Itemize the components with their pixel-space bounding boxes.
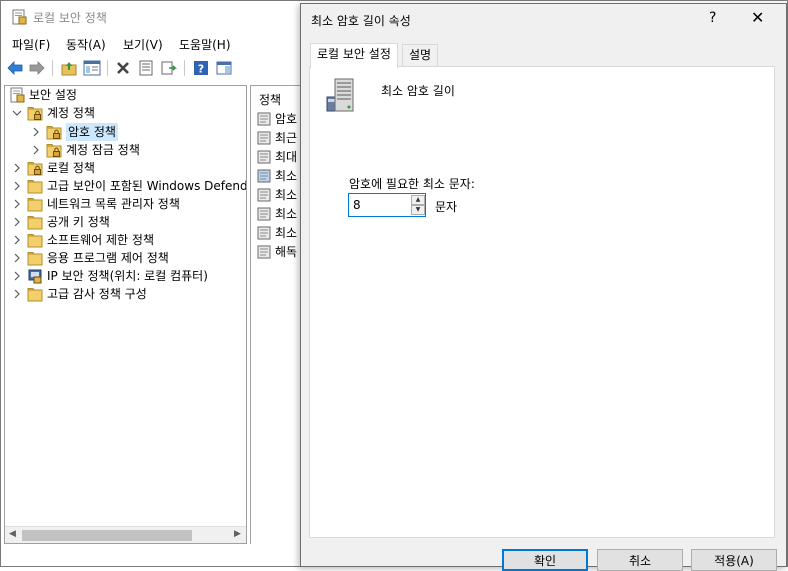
properties-icon[interactable]: [136, 58, 156, 78]
chevron-right-icon[interactable]: [31, 145, 41, 155]
policy-row-label: 최대: [275, 150, 298, 164]
policy-item-icon: [257, 131, 271, 145]
mmc-pane-icon[interactable]: [214, 58, 234, 78]
tree-item-label: 계정 정책: [47, 106, 95, 120]
tree-root-label: 보안 설정: [29, 88, 77, 102]
chevron-right-icon[interactable]: [12, 181, 22, 191]
tree-item-label: 공개 키 정책: [47, 215, 110, 229]
chevron-down-icon[interactable]: [12, 108, 22, 118]
chevron-right-icon[interactable]: [31, 127, 41, 137]
spin-down-icon[interactable]: ▼: [411, 205, 425, 215]
scroll-thumb[interactable]: [22, 530, 192, 541]
policy-item-icon: [257, 226, 271, 240]
locked-folder-icon: [46, 144, 62, 158]
chevron-right-icon[interactable]: [12, 199, 22, 209]
tree-item-label: 고급 감사 정책 구성: [47, 287, 147, 301]
unit-label: 문자: [435, 200, 458, 214]
dialog-title: 최소 암호 길이 속성: [311, 14, 411, 28]
help-icon[interactable]: ?: [191, 58, 211, 78]
up-folder-icon[interactable]: [59, 58, 79, 78]
chevron-right-icon[interactable]: [12, 235, 22, 245]
back-arrow-icon[interactable]: [5, 58, 25, 78]
policy-item-icon: [257, 245, 271, 259]
tree-horizontal-scrollbar[interactable]: ◀ ▶: [5, 526, 246, 543]
locked-folder-icon: [46, 126, 62, 140]
tree-item-label: 응용 프로그램 제어 정책: [47, 251, 169, 265]
security-settings-icon: [10, 87, 25, 103]
folder-icon: [27, 252, 43, 266]
policy-row-label: 최소: [275, 188, 298, 202]
svg-text:?: ?: [198, 63, 204, 76]
apply-button[interactable]: 적용(A): [691, 549, 777, 571]
policy-row-label: 해독: [275, 245, 298, 259]
scroll-left-icon[interactable]: ◀: [9, 529, 16, 539]
tree-item-label: 로컬 정책: [47, 161, 95, 175]
tree-item-label: 소프트웨어 제한 정책: [47, 233, 154, 247]
policy-row-label: 최소: [275, 226, 298, 240]
folder-icon: [27, 198, 43, 212]
server-policy-icon: [326, 78, 354, 112]
tree-pane: 보안 설정 계정 정책암호 정책계정 잠금 정책로컬 정책고급 보안이 포함된 …: [4, 85, 247, 544]
policy-item-icon: [257, 188, 271, 202]
forward-arrow-icon[interactable]: [27, 58, 47, 78]
tree-item-label: 고급 보안이 포함된 Windows Defender 방화벽: [47, 179, 247, 193]
policy-item-icon: [257, 112, 271, 126]
chevron-right-icon[interactable]: [12, 163, 22, 173]
dialog-tabs: 로컬 보안 설정 설명: [310, 43, 770, 68]
scroll-right-icon[interactable]: ▶: [234, 529, 241, 539]
local-security-policy-icon: [12, 9, 27, 25]
tab-local-security-setting[interactable]: 로컬 보안 설정: [310, 43, 398, 68]
delete-icon[interactable]: [113, 58, 133, 78]
policy-item-icon: [257, 150, 271, 164]
folder-icon: [27, 216, 43, 230]
menu-file[interactable]: 파일(F): [12, 36, 50, 53]
export-list-icon[interactable]: [159, 58, 179, 78]
help-button[interactable]: ?: [709, 10, 716, 26]
properties-dialog: 최소 암호 길이 속성 ? ✕ 로컬 보안 설정 설명 최소 암호 길이 암호에…: [300, 3, 787, 571]
policy-row-label: 암호: [275, 112, 298, 126]
policy-row-label: 최소: [275, 207, 298, 221]
tree-item-label: 암호 정책: [66, 123, 118, 141]
policy-item-icon: [257, 169, 271, 183]
policy-item-icon: [257, 207, 271, 221]
close-button[interactable]: ✕: [751, 8, 764, 27]
folder-icon: [27, 234, 43, 248]
policy-row-label: 최소: [275, 169, 298, 183]
cancel-button[interactable]: 취소: [597, 549, 683, 571]
toolbar: ?: [1, 55, 301, 81]
chevron-right-icon[interactable]: [12, 217, 22, 227]
show-hide-tree-icon[interactable]: [82, 58, 102, 78]
chevron-right-icon[interactable]: [12, 271, 22, 281]
chevron-right-icon[interactable]: [12, 253, 22, 263]
ok-button[interactable]: 확인: [502, 549, 588, 571]
min-length-input[interactable]: [351, 196, 409, 214]
min-length-spinbox[interactable]: ▲ ▼: [348, 193, 426, 217]
window-title: 로컬 보안 정책: [33, 11, 107, 25]
locked-folder-icon: [27, 107, 43, 121]
folder-icon: [27, 288, 43, 302]
tree-item-label: 계정 잠금 정책: [66, 143, 140, 157]
locked-folder-icon: [27, 162, 43, 176]
tree-item-label: 네트워크 목록 관리자 정책: [47, 197, 180, 211]
policy-heading: 최소 암호 길이: [381, 84, 455, 98]
ip-security-icon: [28, 269, 42, 284]
menu-view[interactable]: 보기(V): [123, 36, 163, 53]
menu-action[interactable]: 동작(A): [66, 36, 106, 53]
spin-up-icon[interactable]: ▲: [411, 195, 425, 205]
tab-panel: 최소 암호 길이 암호에 필요한 최소 문자: ▲ ▼ 문자: [309, 66, 775, 538]
tree-item-label: IP 보안 정책(위치: 로컬 컴퓨터): [47, 269, 208, 283]
policy-row-label: 최근: [275, 131, 298, 145]
policy-column-header[interactable]: 정책: [259, 91, 281, 108]
folder-icon: [27, 180, 43, 194]
min-length-label: 암호에 필요한 최소 문자:: [349, 177, 475, 191]
tab-explain[interactable]: 설명: [402, 44, 439, 67]
menu-help[interactable]: 도움말(H): [179, 36, 231, 53]
chevron-right-icon[interactable]: [12, 289, 22, 299]
